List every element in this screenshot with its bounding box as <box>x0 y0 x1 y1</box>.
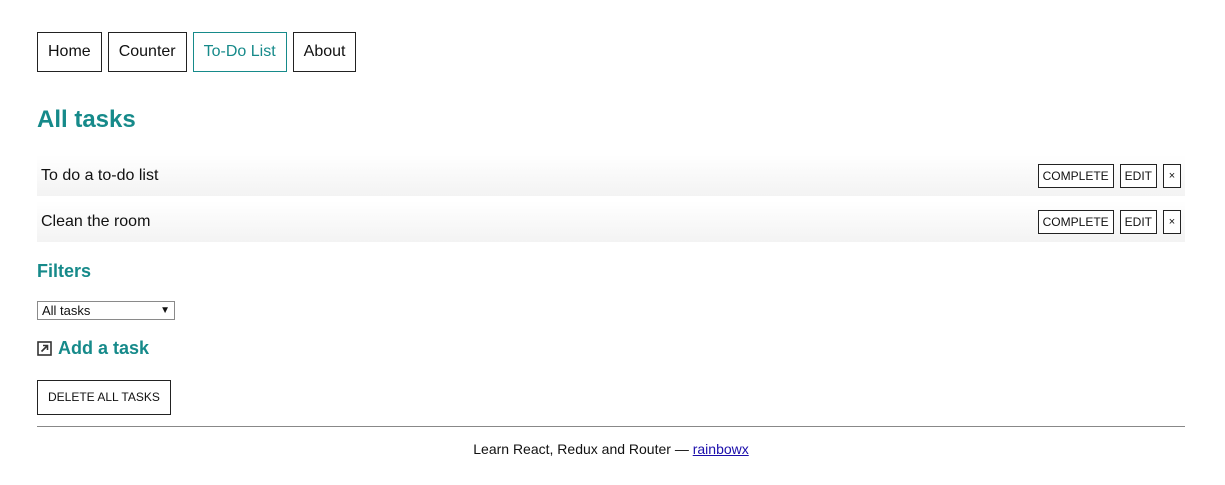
footer-divider <box>37 426 1185 427</box>
add-task-label: Add a task <box>58 338 150 358</box>
complete-task-button[interactable]: COMPLETE <box>1037 209 1114 234</box>
page: Home Counter To-Do List About All tasks … <box>0 0 1225 485</box>
task-actions: COMPLETE EDIT × <box>1037 163 1181 188</box>
nav-counter-button[interactable]: Counter <box>107 32 187 72</box>
task-list: To do a to-do list COMPLETE EDIT × Clean… <box>37 155 1185 247</box>
footer: Learn React, Redux and Router — rainbowx <box>37 441 1185 457</box>
filters-heading: Filters <box>37 261 92 281</box>
delete-task-button[interactable]: × <box>1163 209 1181 234</box>
nav-todo-list-button[interactable]: To-Do List <box>192 32 287 72</box>
task-title: Clean the room <box>41 212 151 230</box>
edit-task-button[interactable]: EDIT <box>1119 163 1157 188</box>
nav-about-button[interactable]: About <box>292 32 357 72</box>
delete-all-tasks-button[interactable]: DELETE ALL TASKS <box>37 380 171 415</box>
task-title: To do a to-do list <box>41 166 159 184</box>
delete-task-button[interactable]: × <box>1163 163 1181 188</box>
dropdown-arrow-icon: ▼ <box>160 305 170 316</box>
task-row: Clean the room COMPLETE EDIT × <box>37 201 1185 242</box>
external-link-icon <box>37 341 52 356</box>
complete-task-button[interactable]: COMPLETE <box>1037 163 1114 188</box>
filter-select[interactable]: All tasks ▼ <box>37 301 175 320</box>
add-task-link[interactable]: Add a task <box>37 338 149 359</box>
main-nav: Home Counter To-Do List About <box>37 32 357 72</box>
footer-text: Learn React, Redux and Router — <box>473 441 693 457</box>
nav-home-button[interactable]: Home <box>37 32 102 72</box>
page-title: All tasks <box>37 106 136 133</box>
footer-author-link[interactable]: rainbowx <box>693 441 749 457</box>
edit-task-button[interactable]: EDIT <box>1119 209 1157 234</box>
task-actions: COMPLETE EDIT × <box>1037 209 1181 234</box>
filter-selected-value: All tasks <box>42 303 91 318</box>
task-row: To do a to-do list COMPLETE EDIT × <box>37 155 1185 196</box>
